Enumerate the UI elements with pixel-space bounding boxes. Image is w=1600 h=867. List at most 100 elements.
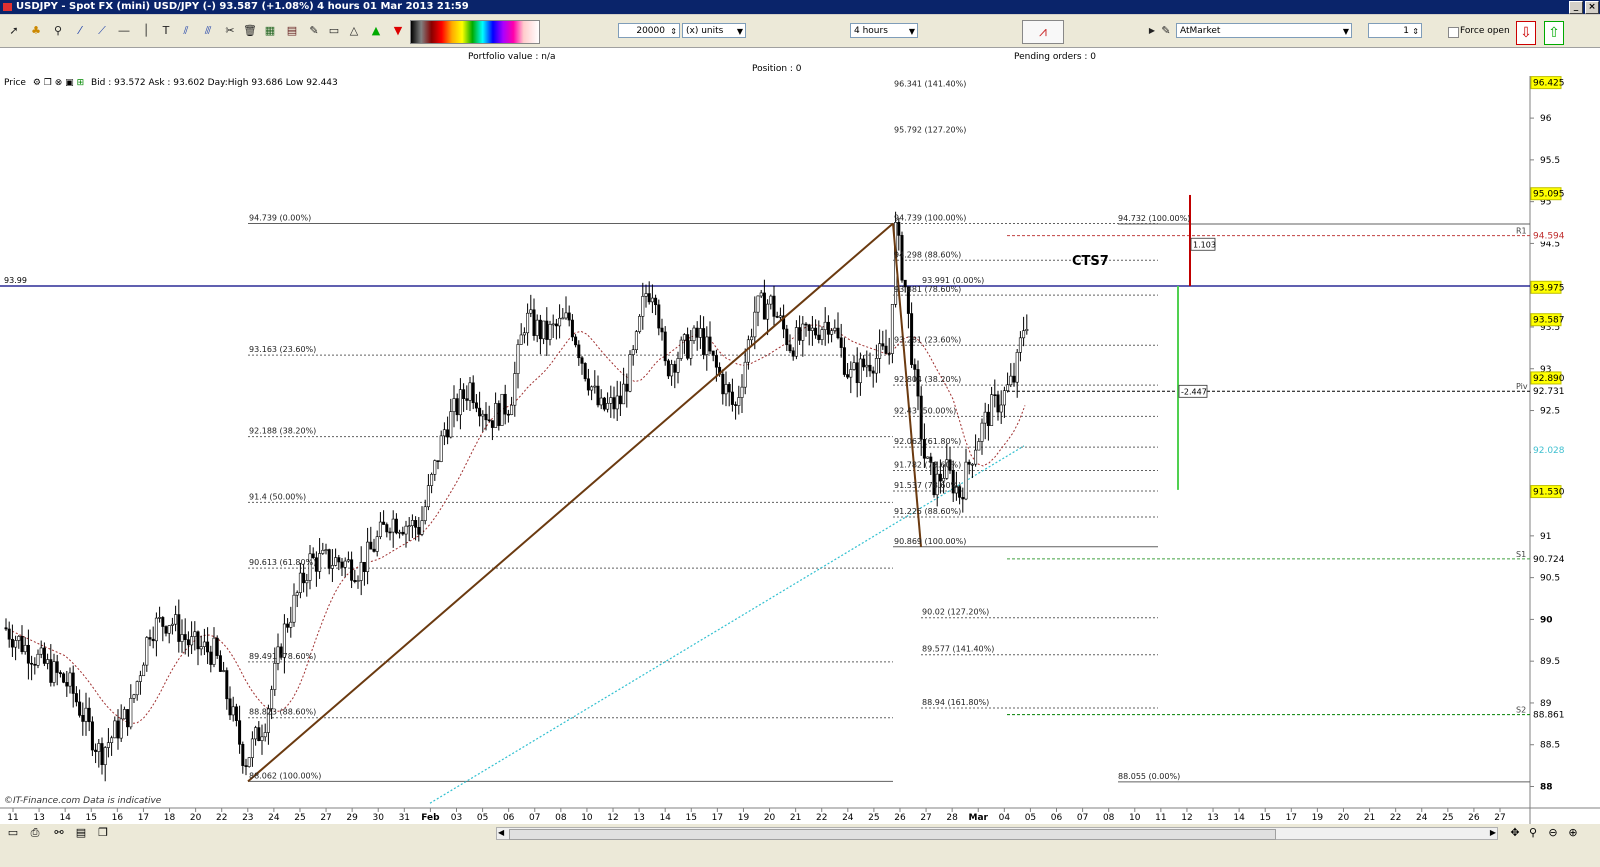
annotation-value: -2.447 <box>1181 387 1207 396</box>
candle-body <box>218 655 222 672</box>
chevron-down-icon: ▼ <box>736 27 743 36</box>
price-tag-label: 92.731 <box>1533 387 1565 397</box>
close-button[interactable]: × <box>1585 1 1599 14</box>
candle-body <box>487 419 491 422</box>
candle-body <box>535 319 539 336</box>
wrench-icon[interactable]: ⚙ <box>33 78 41 88</box>
candle-body <box>193 631 197 637</box>
candle-body <box>78 701 82 716</box>
candle-body <box>708 336 712 352</box>
horizontal-scrollbar[interactable]: ◀ ▶ <box>496 827 1498 840</box>
cursor-icon[interactable]: ➚ <box>6 23 22 39</box>
scroll-right-icon[interactable]: ▶ <box>1490 828 1496 837</box>
price-chart[interactable]: 94.739 (0.00%) 93.163 (23.60%) 92.188 (38.… <box>0 76 1600 824</box>
candle-body <box>414 520 418 528</box>
candle-body <box>586 378 590 391</box>
candle-body <box>887 353 891 355</box>
candle-body <box>196 631 200 650</box>
candle-body <box>740 386 744 398</box>
order-count-input[interactable]: 1 ⇕ <box>1368 23 1422 38</box>
force-open-checkbox[interactable] <box>1448 27 1459 38</box>
candle-body <box>766 303 770 320</box>
fib1-level-label: 93.163 (23.60%) <box>249 345 316 354</box>
print-icon[interactable]: ⎙ <box>28 826 42 840</box>
candle-body <box>449 411 453 438</box>
color-palette[interactable] <box>410 20 540 44</box>
chart-svg[interactable]: 94.739 (0.00%) 93.163 (23.60%) 92.188 (38.… <box>0 76 1600 824</box>
candle-body <box>807 324 811 331</box>
candle-body <box>302 572 306 584</box>
sell-button[interactable]: ⇩ <box>1516 21 1536 45</box>
triangle-tool-icon[interactable]: △ <box>346 23 362 39</box>
timeframe-select[interactable]: 4 hours ▼ <box>850 23 918 38</box>
spinner-icon[interactable]: ⇕ <box>1412 24 1419 39</box>
order-tool-icon[interactable]: ✎ <box>1158 23 1174 39</box>
x-tick-label: 10 <box>1129 813 1141 823</box>
folder-icon[interactable]: ▭ <box>6 826 20 840</box>
fib2-level-label: 91.782 (78.60%) <box>894 461 961 470</box>
settings-icon[interactable]: ✂ <box>222 23 238 39</box>
spinner-icon[interactable]: ⇕ <box>670 24 677 39</box>
zoom-out-icon[interactable]: ⊖ <box>1546 826 1560 840</box>
window-icon[interactable]: ❐ <box>44 78 52 88</box>
line-tool-icon[interactable]: ⁄ <box>72 23 88 39</box>
x-tick-label: 25 <box>1442 813 1453 823</box>
copy-icon[interactable]: ❐ <box>96 826 110 840</box>
hline-tool-icon[interactable]: ― <box>116 23 132 39</box>
channel-tool-icon[interactable]: ⫽ <box>178 23 194 39</box>
candle-body <box>49 659 53 683</box>
indicator-button[interactable]: ⩘ <box>1022 20 1064 44</box>
zoom-fit-icon[interactable]: ⚲ <box>1526 826 1540 840</box>
candle-body <box>590 386 594 391</box>
candle-body <box>999 404 1003 413</box>
save-icon[interactable]: ▤ <box>74 826 88 840</box>
candle-body <box>23 644 27 653</box>
rect-tool-icon[interactable]: ▭ <box>326 23 342 39</box>
fib-ext-icon[interactable]: ▤ <box>284 23 300 39</box>
candle-body <box>228 698 232 716</box>
units-select[interactable]: (x) units ▼ <box>682 23 746 38</box>
candle-body <box>746 339 750 363</box>
sell-arrow-icon[interactable]: ▼ <box>390 23 406 39</box>
candle-body <box>471 382 475 404</box>
scroll-thumb[interactable] <box>509 829 1276 840</box>
minimize-button[interactable]: _ <box>1569 1 1583 14</box>
vline-tool-icon[interactable]: │ <box>138 23 154 39</box>
close-chart-icon[interactable]: ⊗ <box>55 78 63 88</box>
link-icon[interactable]: ⚯ <box>52 826 66 840</box>
chevron-down-icon: ▼ <box>1342 27 1349 36</box>
parallel-tool-icon[interactable]: ⫻ <box>200 23 216 39</box>
candle-body <box>327 549 331 569</box>
buy-arrow-icon[interactable]: ▲ <box>368 23 384 39</box>
candle-body <box>625 383 629 392</box>
toolbar: ➚ ♣ ⚲ ⁄ ⟋ ― │ T ⫽ ⫻ ✂ 🗑 ▦ ▤ ✎ ▭ △ ▲ ▼ 20… <box>0 15 1600 48</box>
add-icon[interactable]: ⊞ <box>77 78 85 88</box>
ruler-icon[interactable]: ✎ <box>306 23 322 39</box>
alert-icon[interactable]: ♣ <box>28 23 44 39</box>
zoom-in-icon[interactable]: ⊕ <box>1566 826 1580 840</box>
candle-body <box>542 320 546 340</box>
candle-body <box>890 304 894 354</box>
candle-body <box>526 312 530 334</box>
quantity-input[interactable]: 20000 ⇕ <box>618 23 680 38</box>
candle-body <box>1025 329 1029 332</box>
candle-body <box>628 354 632 392</box>
ray-tool-icon[interactable]: ⟋ <box>94 23 110 39</box>
buy-button[interactable]: ⇧ <box>1544 21 1564 45</box>
x-tick-label: 06 <box>1051 813 1063 823</box>
candle-body <box>62 673 66 683</box>
y-tick-label: 88.5 <box>1540 741 1560 751</box>
fib-tool-icon[interactable]: ▦ <box>262 23 278 39</box>
x-tick-label: 13 <box>633 813 644 823</box>
fib2-level-label: 92.43 (50.00%) <box>894 406 956 415</box>
order-type-select[interactable]: AtMarket ▼ <box>1176 23 1352 38</box>
pan-icon[interactable]: ✥ <box>1508 826 1522 840</box>
image-icon[interactable]: ▣ <box>65 78 74 88</box>
zoom-icon[interactable]: ⚲ <box>50 23 66 39</box>
scroll-left-icon[interactable]: ◀ <box>498 828 504 837</box>
candle-body <box>350 559 354 581</box>
candle-body <box>817 334 821 340</box>
text-tool-icon[interactable]: T <box>158 23 174 39</box>
delete-icon[interactable]: 🗑 <box>242 23 258 39</box>
candle-body <box>398 531 402 534</box>
